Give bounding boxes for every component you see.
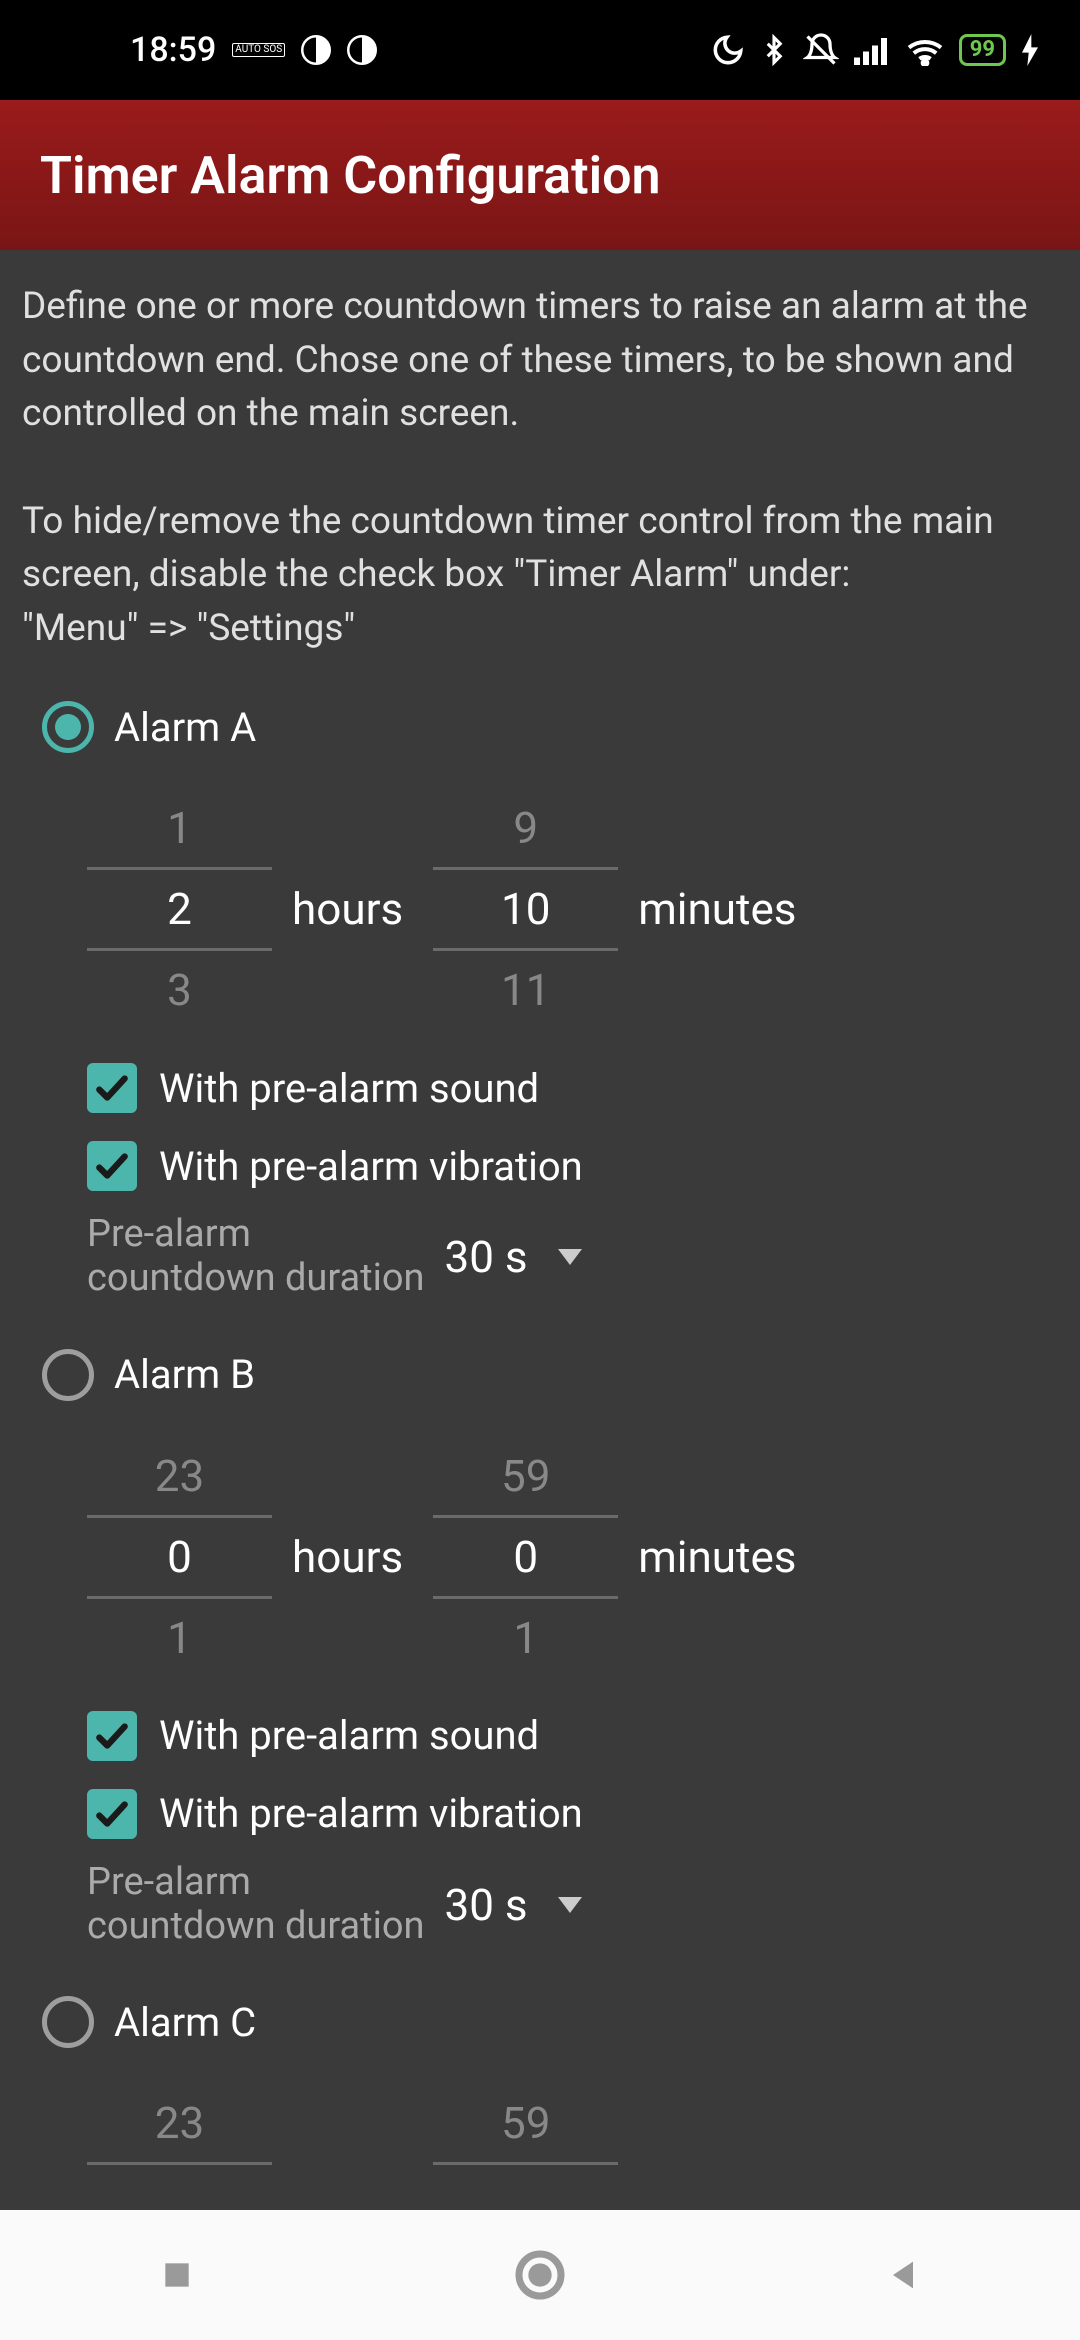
minutes-picker[interactable]: 59 0 1 [433,1437,618,1677]
alarm-c-label: Alarm C [114,1999,256,2046]
pre-alarm-duration-row: Pre-alarm countdown duration 30 s [22,1205,1058,1312]
pre-alarm-sound-label: With pre-alarm sound [159,1065,539,1112]
checkbox-checked-icon[interactable] [87,1063,137,1113]
recent-apps-button[interactable] [157,2255,197,2295]
radio-icon[interactable] [42,1349,94,1401]
pre-alarm-duration-label: Pre-alarm countdown duration [87,1861,425,1948]
pre-alarm-duration-label: Pre-alarm countdown duration [87,1213,425,1300]
alarm-a-label: Alarm A [114,704,256,751]
app-indicator-icon [301,35,331,65]
checkbox-checked-icon[interactable] [87,1789,137,1839]
pre-alarm-duration-row: Pre-alarm countdown duration 30 s [22,1853,1058,1960]
chevron-down-icon [558,1249,582,1265]
description-text: Define one or more countdown timers to r… [22,280,1058,655]
pre-alarm-sound-row[interactable]: With pre-alarm sound [22,1697,1058,1775]
alarm-c-radio-row[interactable]: Alarm C [22,1990,1058,2054]
alarm-b-block: Alarm B 23 0 1 hours 59 0 1 minutes [22,1343,1058,1960]
hours-unit: hours [272,883,433,935]
alarm-a-block: Alarm A 1 2 3 hours 9 10 11 minutes [22,695,1058,1312]
minutes-unit: minutes [618,883,826,935]
minutes-picker[interactable]: 9 10 11 [433,789,618,1029]
status-sos-icon: AUTO SOS [232,43,285,57]
app-indicator-icon [347,35,377,65]
radio-icon[interactable] [42,1996,94,2048]
pre-alarm-duration-dropdown[interactable]: 30 s [445,1879,582,1931]
status-time: 18:59 [130,30,216,70]
battery-icon: 99 [959,34,1006,66]
hours-unit: hours [272,1531,433,1583]
alarm-a-radio-row[interactable]: Alarm A [22,695,1058,759]
minutes-unit: minutes [618,1531,826,1583]
alarm-b-pickers: 23 0 1 hours 59 0 1 minutes [22,1407,1058,1697]
pre-alarm-sound-row[interactable]: With pre-alarm sound [22,1049,1058,1127]
home-button[interactable] [512,2247,568,2303]
navigation-bar [0,2210,1080,2340]
status-left: 18:59 AUTO SOS [130,30,377,70]
alarm-b-radio-row[interactable]: Alarm B [22,1343,1058,1407]
hours-picker[interactable]: 23 0 1 [87,1437,272,1677]
moon-icon [711,33,745,67]
wifi-icon [905,34,945,66]
page-title: Timer Alarm Configuration [40,145,661,206]
charging-icon [1020,34,1040,66]
alarm-c-block: Alarm C 23 hours 59 [22,1990,1058,2185]
radio-icon[interactable] [42,701,94,753]
pre-alarm-vibration-row[interactable]: With pre-alarm vibration [22,1775,1058,1853]
pre-alarm-vibration-row[interactable]: With pre-alarm vibration [22,1127,1058,1205]
app-bar: Timer Alarm Configuration [0,100,1080,250]
notification-muted-icon [803,32,839,68]
bluetooth-icon [759,33,789,67]
content: Define one or more countdown timers to r… [0,250,1080,2210]
status-bar: 18:59 AUTO SOS 99 [0,0,1080,100]
alarm-c-pickers: 23 hours 59 [22,2054,1058,2185]
checkbox-checked-icon[interactable] [87,1141,137,1191]
minutes-picker[interactable]: 59 [433,2084,618,2165]
alarm-b-label: Alarm B [114,1351,255,1398]
pre-alarm-vibration-label: With pre-alarm vibration [159,1790,583,1837]
hours-picker[interactable]: 23 [87,2084,272,2165]
pre-alarm-duration-dropdown[interactable]: 30 s [445,1231,582,1283]
alarm-a-pickers: 1 2 3 hours 9 10 11 minutes [22,759,1058,1049]
chevron-down-icon [558,1897,582,1913]
checkbox-checked-icon[interactable] [87,1711,137,1761]
cellular-signal-icon [853,35,891,65]
pre-alarm-sound-label: With pre-alarm sound [159,1712,539,1759]
pre-alarm-vibration-label: With pre-alarm vibration [159,1143,583,1190]
hours-picker[interactable]: 1 2 3 [87,789,272,1029]
status-right: 99 [711,32,1040,68]
back-button[interactable] [883,2255,923,2295]
